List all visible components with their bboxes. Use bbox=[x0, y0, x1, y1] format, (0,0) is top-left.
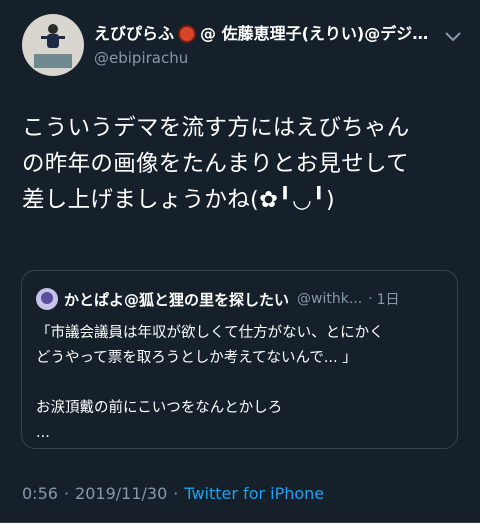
display-name[interactable]: えびぴらふ @ 佐藤恵理子(えりい)@デジ… bbox=[94, 24, 434, 44]
crab-emoji bbox=[178, 25, 197, 43]
tweet-text: こういうデマを流す方にはえびちゃん の昨年の画像をたんまりとお見せして 差し上げ… bbox=[22, 115, 410, 213]
display-name-prefix: えびぴらふ bbox=[94, 24, 175, 43]
tweet-header: えびぴらふ @ 佐藤恵理子(えりい)@デジ… @ebipirachu bbox=[22, 14, 462, 76]
quoted-timestamp: 1日 bbox=[376, 292, 400, 308]
quoted-avatar bbox=[36, 288, 58, 310]
quoted-author-name: かとぱよ@狐と狸の里を探したい bbox=[64, 290, 290, 309]
quoted-tweet[interactable]: かとぱよ@狐と狸の里を探したい @withk... · 1日 「市議会議員は年収… bbox=[21, 270, 458, 449]
tweet-date: 2019/11/30 bbox=[75, 484, 168, 503]
avatar-person-icon bbox=[41, 24, 65, 48]
quoted-author-handle: @withk... bbox=[297, 291, 363, 307]
display-name-suffix: @ 佐藤恵理子(えりい)@デジ… bbox=[200, 24, 429, 43]
quoted-tweet-text: 「市議会議員は年収が欲しくて仕方がない、とにかく どうやって票を取ろうとしか考え… bbox=[36, 325, 384, 441]
chevron-down-icon[interactable] bbox=[444, 30, 462, 44]
avatar-podium bbox=[34, 54, 72, 68]
quoted-separator: · bbox=[368, 291, 373, 307]
meta-separator: · bbox=[63, 484, 70, 503]
quoted-tweet-header: かとぱよ@狐と狸の里を探したい @withk... · 1日 bbox=[36, 288, 445, 310]
meta-separator: · bbox=[173, 484, 179, 503]
author-handle[interactable]: @ebipirachu bbox=[94, 48, 434, 68]
author-names: えびぴらふ @ 佐藤恵理子(えりい)@デジ… @ebipirachu bbox=[94, 24, 434, 68]
tweet-source-link[interactable]: Twitter for iPhone bbox=[184, 484, 324, 503]
tweet-time: 0:56 bbox=[22, 484, 58, 503]
avatar[interactable] bbox=[22, 14, 84, 76]
tweet-meta: 0:56 · 2019/11/30 · Twitter for iPhone bbox=[22, 484, 324, 503]
